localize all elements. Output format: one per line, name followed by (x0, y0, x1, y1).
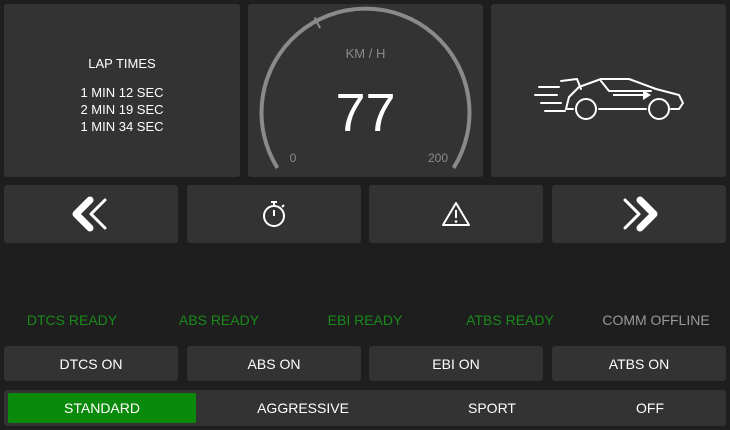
lap-times-title: LAP TIMES (88, 56, 156, 71)
speed-unit: KM / H (346, 46, 386, 61)
mode-off[interactable]: OFF (556, 393, 730, 423)
car-speed-icon (534, 78, 684, 120)
car-panel (491, 4, 726, 177)
status-comm: COMM OFFLINE (602, 312, 710, 328)
gauge-max-label: 200 (428, 151, 448, 165)
stopwatch-button[interactable] (187, 185, 361, 243)
speedometer-gauge: KM / H 77 0 200 (259, 6, 472, 169)
next-button[interactable] (552, 185, 726, 243)
speed-value: 77 (335, 83, 395, 143)
previous-button[interactable] (4, 185, 178, 243)
mode-standard[interactable]: STANDARD (8, 393, 196, 423)
speedometer-panel: KM / H 77 0 200 (248, 4, 483, 177)
abs-button[interactable]: ABS ON (187, 346, 361, 381)
lap-times-panel: LAP TIMES 1 MIN 12 SEC 2 MIN 19 SEC 1 MI… (4, 4, 240, 177)
lap-time: 2 MIN 19 SEC (80, 102, 164, 117)
ebi-button[interactable]: EBI ON (369, 346, 543, 381)
mode-aggressive[interactable]: AGGRESSIVE (209, 393, 397, 423)
lap-time: 1 MIN 34 SEC (80, 119, 164, 134)
double-chevron-left-icon (72, 196, 107, 232)
stopwatch-icon (263, 201, 285, 227)
gauge-min-label: 0 (290, 151, 297, 165)
lap-time: 1 MIN 12 SEC (80, 85, 164, 100)
dtcs-button[interactable]: DTCS ON (4, 346, 178, 381)
atbs-button[interactable]: ATBS ON (552, 346, 726, 381)
lap-times-list: 1 MIN 12 SEC 2 MIN 19 SEC 1 MIN 34 SEC (4, 84, 240, 135)
double-chevron-right-icon (623, 196, 658, 232)
mode-selector: STANDARD AGGRESSIVE SPORT OFF (4, 390, 726, 426)
warning-button[interactable] (369, 185, 543, 243)
warning-triangle-icon (442, 202, 470, 226)
